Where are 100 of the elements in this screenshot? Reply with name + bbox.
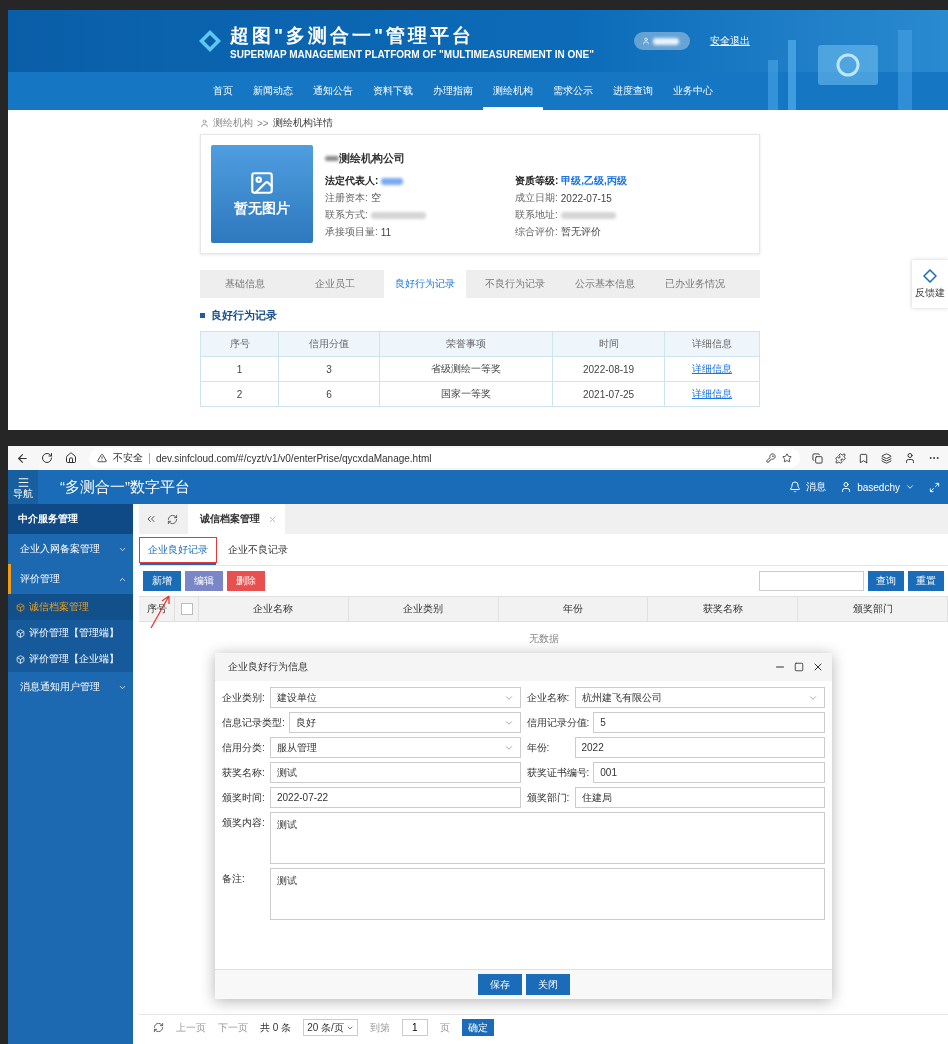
sub-tab[interactable]: 企业不良记录 (219, 536, 297, 563)
nav-link[interactable]: 办理指南 (423, 72, 483, 110)
column-header: 详细信息 (664, 331, 760, 357)
breadcrumb-item[interactable]: 测绘机构 (213, 116, 253, 130)
input-field[interactable]: 测试 (270, 762, 521, 783)
nav-link[interactable]: 首页 (203, 72, 243, 110)
textarea-field[interactable]: 测试 (270, 812, 825, 864)
user-icon (200, 118, 209, 128)
reload-icon[interactable] (41, 452, 53, 464)
nav-link[interactable]: 需求公示 (543, 72, 603, 110)
user-icon (641, 37, 650, 45)
key-icon[interactable] (766, 453, 776, 463)
sidebar-subitem[interactable]: 评价管理【管理端】 (8, 620, 133, 646)
caret-icon (905, 482, 915, 492)
input-field[interactable]: 001 (593, 762, 825, 783)
column-header: 企业类别 (348, 597, 499, 621)
action-button[interactable]: 编辑 (185, 571, 223, 591)
page-unit-label: 页 (439, 1020, 450, 1035)
close-icon[interactable] (812, 661, 824, 673)
dialog-button[interactable]: 保存 (477, 974, 522, 995)
feedback-widget[interactable]: 反馈建 (912, 260, 948, 308)
select-field[interactable]: 服从管理 (270, 737, 521, 758)
select-all-checkbox[interactable] (180, 603, 193, 615)
page-tab[interactable]: 诚信档案管理 (188, 504, 285, 534)
form-label: 颁奖部门: (526, 790, 571, 805)
image-icon (249, 170, 275, 196)
input-field[interactable]: 住建局 (574, 787, 825, 808)
form-label: 企业名称: (526, 690, 571, 705)
refresh-icon[interactable] (167, 513, 178, 525)
page-input[interactable]: 1 (401, 1019, 428, 1036)
search-button[interactable]: 重置 (908, 571, 944, 591)
search-field[interactable] (759, 571, 864, 591)
select-field[interactable]: 建设单位 (270, 687, 521, 708)
tab[interactable]: 基础信息 (204, 270, 286, 298)
tab[interactable]: 已办业务情况 (654, 270, 736, 298)
field-label: 综合评价: (515, 225, 558, 239)
tab[interactable]: 企业员工 (294, 270, 376, 298)
action-button[interactable]: 新增 (143, 571, 181, 591)
section-title: 良好行为记录 (211, 308, 277, 323)
collapse-icon[interactable] (145, 513, 157, 525)
platform-subtitle: SUPERMAP MANAGEMENT PLATFORM OF "MULTIMEASUREMENT IN ONE" (230, 48, 594, 60)
profile-icon[interactable] (904, 452, 916, 464)
column-header: 企业名称 (199, 597, 349, 621)
breadcrumb-separator: >> (257, 117, 269, 129)
textarea-field[interactable]: 测试 (270, 868, 825, 920)
field-label: 联系地址: (515, 208, 558, 222)
cube-icon (16, 628, 25, 638)
nav-link[interactable]: 业务中心 (663, 72, 723, 110)
messages-button[interactable]: 消息 (789, 480, 827, 494)
tab[interactable]: 良好行为记录 (384, 270, 466, 298)
select-field[interactable]: 杭州建飞有限公司 (574, 687, 825, 708)
tab[interactable]: 公示基本信息 (564, 270, 646, 298)
empty-message: 无数据 (528, 633, 559, 644)
sidebar-subitem[interactable]: 评价管理【企业端】 (8, 646, 133, 672)
confirm-button[interactable]: 确定 (461, 1019, 494, 1036)
field-value: 2022-07-15 (560, 192, 612, 204)
nav-link[interactable]: 进度查询 (603, 72, 663, 110)
input-field[interactable]: 5 (593, 712, 825, 733)
page-size-select[interactable]: 20 条/页 (303, 1019, 358, 1036)
dialog-button[interactable]: 关闭 (525, 974, 570, 995)
address-bar[interactable]: 不安全 dev.sinfcloud.com/#/cyzt/v1/v0/enterPrise/qycxdaManage.html (89, 448, 800, 468)
column-header: 时间 (552, 331, 665, 357)
select-field[interactable]: 良好 (288, 712, 521, 733)
form-label: 获奖名称: (222, 765, 266, 780)
column-header: 年份 (498, 597, 649, 621)
collections-icon[interactable] (881, 452, 892, 464)
nav-link[interactable]: 通知公告 (303, 72, 363, 110)
field-label: 资质等级: (515, 174, 559, 188)
user-pill[interactable] (633, 32, 690, 50)
detail-link[interactable]: 详细信息 (692, 388, 732, 399)
table-cell: 1 (200, 356, 279, 382)
fullscreen-icon[interactable] (929, 481, 940, 493)
tabs-icon[interactable] (812, 452, 823, 464)
nav-link[interactable]: 新闻动态 (243, 72, 303, 110)
home-icon[interactable] (65, 452, 77, 464)
detail-link[interactable]: 详细信息 (692, 363, 732, 374)
warning-icon (97, 453, 107, 463)
refresh-icon[interactable] (153, 1022, 164, 1033)
sidebar-subitem[interactable]: 诚信档案管理 (8, 594, 133, 620)
input-field[interactable]: 2022 (574, 737, 825, 758)
action-button[interactable]: 删除 (227, 571, 265, 591)
redacted-text (325, 156, 339, 161)
extensions-icon[interactable] (835, 452, 846, 464)
input-field[interactable]: 2022-07-22 (270, 787, 521, 808)
logout-link[interactable]: 安全退出 (709, 34, 750, 48)
favorite-icon[interactable] (782, 453, 792, 463)
user-menu-button[interactable]: basedchy (840, 481, 915, 493)
table-cell: 省级测绘一等奖 (379, 356, 553, 382)
favorites-icon[interactable] (858, 452, 869, 464)
nav-link[interactable]: 测绘机构 (483, 72, 543, 110)
sidebar-header: 中介服务管理 (8, 504, 133, 534)
sub-tab[interactable]: 企业良好记录 (139, 536, 217, 563)
form-label: 获奖证书编号: (526, 765, 590, 780)
tab[interactable]: 不良行为记录 (474, 270, 556, 298)
nav-menu-button[interactable]: 导航 (8, 470, 38, 504)
back-icon[interactable] (16, 451, 29, 465)
nav-link[interactable]: 资料下载 (363, 72, 423, 110)
search-button[interactable]: 查询 (868, 571, 904, 591)
maximize-icon[interactable] (794, 662, 804, 672)
feedback-icon (923, 268, 937, 283)
